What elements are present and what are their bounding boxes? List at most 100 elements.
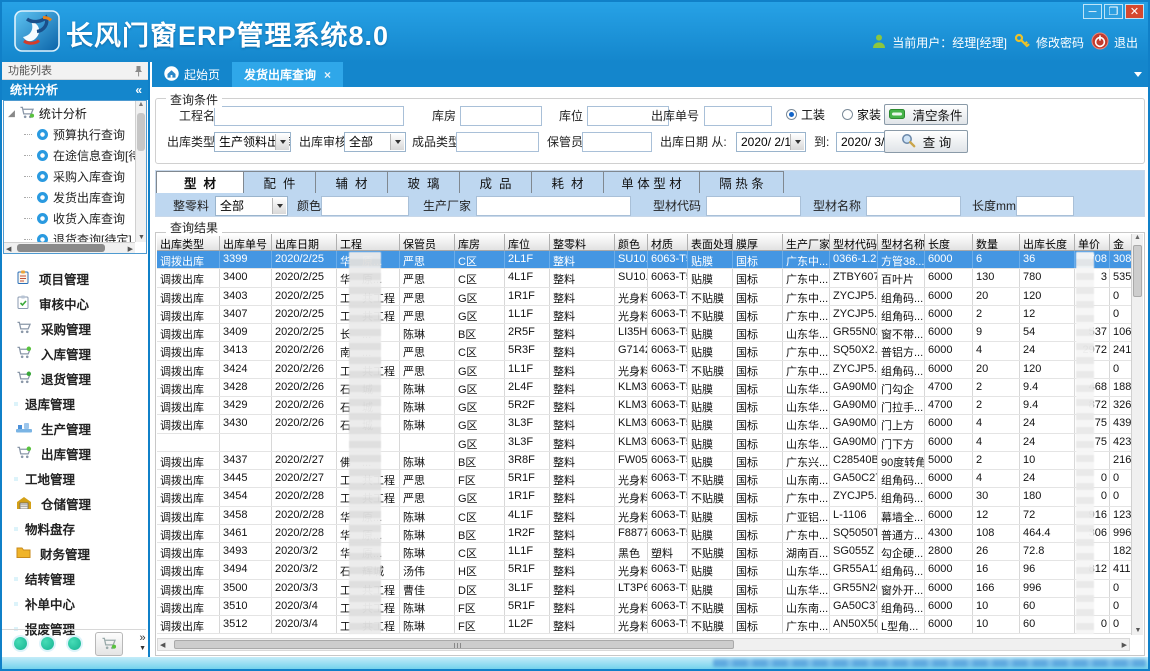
tree-root[interactable]: ◢ 统计分析: [4, 101, 146, 124]
sidebar-item-14[interactable]: 补单中心: [2, 591, 148, 616]
chevron-down-icon[interactable]: [390, 134, 404, 150]
material-tab-1[interactable]: 型 材: [156, 171, 244, 193]
tree-item-5[interactable]: 收货入库查询: [4, 208, 146, 229]
out-type-select[interactable]: 生产领料出库: [214, 132, 291, 152]
sidebar-item-6[interactable]: 退库管理: [2, 391, 148, 416]
chevron-down-icon[interactable]: [275, 134, 289, 150]
profile-name-input[interactable]: [866, 196, 961, 216]
warehouse-input[interactable]: [460, 106, 542, 126]
table-horizontal-scrollbar[interactable]: ◀ ▶: [157, 638, 1130, 651]
table-row[interactable]: G区3L3F整料KLM38176063-T5贴膜国标山东华...GA90M09.…: [157, 434, 1132, 452]
table-row[interactable]: 调拨出库34612020/2/28华 原...陈琳B区1R2F整料F8877FT…: [157, 525, 1132, 543]
date-from-picker[interactable]: 2020/ 2/16: [736, 132, 806, 152]
sidebar-item-13[interactable]: 结转管理: [2, 566, 148, 591]
tab-list-dropdown-icon[interactable]: [1134, 72, 1142, 77]
nav-cart-button[interactable]: [95, 632, 123, 656]
table-row[interactable]: 调拨出库34542020/2/28工 共工程严思G区1R1F整料光身料6063-…: [157, 488, 1132, 506]
length-input[interactable]: [1016, 196, 1074, 216]
clear-conditions-button[interactable]: 清空条件: [884, 104, 968, 125]
tree-item-4[interactable]: 发货出库查询: [4, 187, 146, 208]
radio-gongzhuang[interactable]: 工装: [786, 106, 825, 123]
audit-select[interactable]: 全部: [344, 132, 406, 152]
sidebar-item-9[interactable]: 工地管理: [2, 466, 148, 491]
column-header[interactable]: 单价: [1075, 234, 1110, 250]
tree-item-2[interactable]: 在途信息查询[待: [4, 145, 146, 166]
sidebar-item-2[interactable]: 审核中心: [2, 291, 148, 316]
color-input[interactable]: [321, 196, 409, 216]
material-tab-6[interactable]: 耗 材: [532, 171, 604, 193]
chevron-down-icon[interactable]: [272, 198, 286, 214]
tree-item-1[interactable]: 预算执行查询: [4, 124, 146, 145]
logout-button[interactable]: 退出: [1091, 32, 1138, 53]
column-header[interactable]: 生产厂家: [783, 234, 830, 250]
sidebar-item-12[interactable]: 财务管理: [2, 541, 148, 566]
column-header[interactable]: 颜色: [615, 234, 648, 250]
keeper-input[interactable]: [582, 132, 652, 152]
column-header[interactable]: 数量: [973, 234, 1020, 250]
tab-shipment-query[interactable]: 发货出库查询×: [232, 62, 343, 87]
project-name-input[interactable]: [214, 106, 404, 126]
sidebar-item-5[interactable]: 退货管理: [2, 366, 148, 391]
column-header[interactable]: 出库日期: [272, 234, 337, 250]
column-header[interactable]: 整零料: [550, 234, 615, 250]
nav-more-button[interactable]: »▼: [139, 634, 146, 653]
maximize-button[interactable]: ❐: [1104, 4, 1123, 19]
material-tab-7[interactable]: 单 体 型 材: [604, 171, 700, 193]
whole-part-select[interactable]: 全部: [215, 196, 288, 216]
column-header[interactable]: 出库长度: [1020, 234, 1075, 250]
sidebar-item-11[interactable]: 物料盘存: [2, 516, 148, 541]
table-row[interactable]: 调拨出库34582020/2/28华 原...陈琳C区4L1F整料光身料6063…: [157, 507, 1132, 525]
sidebar-item-8[interactable]: 出库管理: [2, 441, 148, 466]
column-header[interactable]: 型材名称: [878, 234, 925, 250]
table-row[interactable]: 调拨出库34942020/3/2石 辉城汤伟H区5R1F整料光身料6063-T5…: [157, 561, 1132, 579]
sidebar-item-10[interactable]: 仓储管理: [2, 491, 148, 516]
table-row[interactable]: 调拨出库34932020/3/2华 原...陈琳C区1L1F整料黑色塑料不贴膜国…: [157, 543, 1132, 561]
nav-circle-icon[interactable]: [68, 637, 81, 650]
column-header[interactable]: 表面处理: [688, 234, 733, 250]
tree-vertical-scrollbar[interactable]: ▲ ▼: [135, 101, 146, 242]
minimize-button[interactable]: ─: [1083, 4, 1102, 19]
table-row[interactable]: 调拨出库34452020/2/27工 共工程严思F区5R1F整料光身料6063-…: [157, 470, 1132, 488]
table-row[interactable]: 调拨出库35102020/3/4工 共工程陈琳F区5R1F整料光身料6063-T…: [157, 598, 1132, 616]
change-password-button[interactable]: 修改密码: [1014, 33, 1084, 52]
tree-horizontal-scrollbar[interactable]: ◀ ▶: [4, 242, 135, 253]
tree-item-3[interactable]: 采购入库查询: [4, 166, 146, 187]
table-row[interactable]: 调拨出库35122020/3/4工 共工程陈琳F区1L2F整料光身料6063-T…: [157, 616, 1132, 634]
table-row[interactable]: 调拨出库34282020/2/26石 城陈琳G区2L4F整料KLM3817606…: [157, 379, 1132, 397]
column-header[interactable]: 长度: [925, 234, 973, 250]
table-row[interactable]: 调拨出库34032020/2/25工 共工程严思G区1R1F整料光身料6063-…: [157, 288, 1132, 306]
column-header[interactable]: 保管员: [400, 234, 455, 250]
table-vertical-scrollbar[interactable]: ▲ ▼: [1131, 234, 1143, 635]
column-header[interactable]: 出库单号: [220, 234, 272, 250]
material-tab-2[interactable]: 配 件: [244, 171, 316, 193]
table-row[interactable]: 调拨出库35002020/3/3工 共工程曹佳D区3L1F整料LT3P60606…: [157, 580, 1132, 598]
table-row[interactable]: 调拨出库34002020/2/25华 原...严思C区4L1F整料SU10...…: [157, 269, 1132, 287]
column-header[interactable]: 型材代码: [830, 234, 878, 250]
table-row[interactable]: 调拨出库34302020/2/26石 城陈琳G区3L3F整料KLM3817606…: [157, 415, 1132, 433]
order-no-input[interactable]: [704, 106, 772, 126]
tab-home[interactable]: 起始页: [152, 62, 232, 87]
collapse-icon[interactable]: «: [135, 80, 142, 100]
material-tab-8[interactable]: 隔 热 条: [700, 171, 784, 193]
column-header[interactable]: 金: [1110, 234, 1132, 250]
material-tab-3[interactable]: 辅 材: [316, 171, 388, 193]
nav-circle-icon[interactable]: [14, 637, 27, 650]
column-header[interactable]: 库房: [455, 234, 505, 250]
material-tab-5[interactable]: 成 品: [460, 171, 532, 193]
column-header[interactable]: 库位: [505, 234, 550, 250]
profile-code-input[interactable]: [706, 196, 801, 216]
product-type-input[interactable]: [456, 132, 539, 152]
table-row[interactable]: 调拨出库34092020/2/25长 ...陈琳B区2R5F整料LI35HD60…: [157, 324, 1132, 342]
sidebar-item-3[interactable]: 采购管理: [2, 316, 148, 341]
close-button[interactable]: ✕: [1125, 4, 1144, 19]
sidebar-item-4[interactable]: 入库管理: [2, 341, 148, 366]
column-header[interactable]: 材质: [648, 234, 688, 250]
column-header[interactable]: 工程: [337, 234, 400, 250]
statistics-section-header[interactable]: 统计分析 «: [2, 80, 148, 100]
table-row[interactable]: 调拨出库34242020/2/26工 共工程严思G区1L1F整料光身料6063-…: [157, 361, 1132, 379]
sidebar-item-1[interactable]: 项目管理: [2, 266, 148, 291]
manufacturer-input[interactable]: [476, 196, 631, 216]
nav-circle-icon[interactable]: [41, 637, 54, 650]
table-row[interactable]: 调拨出库34372020/2/27佛 ...陈琳B区3R8F整料FW056063…: [157, 452, 1132, 470]
table-row[interactable]: 调拨出库33992020/2/25华 原...严思C区2L1F整料SU10...…: [157, 251, 1132, 269]
